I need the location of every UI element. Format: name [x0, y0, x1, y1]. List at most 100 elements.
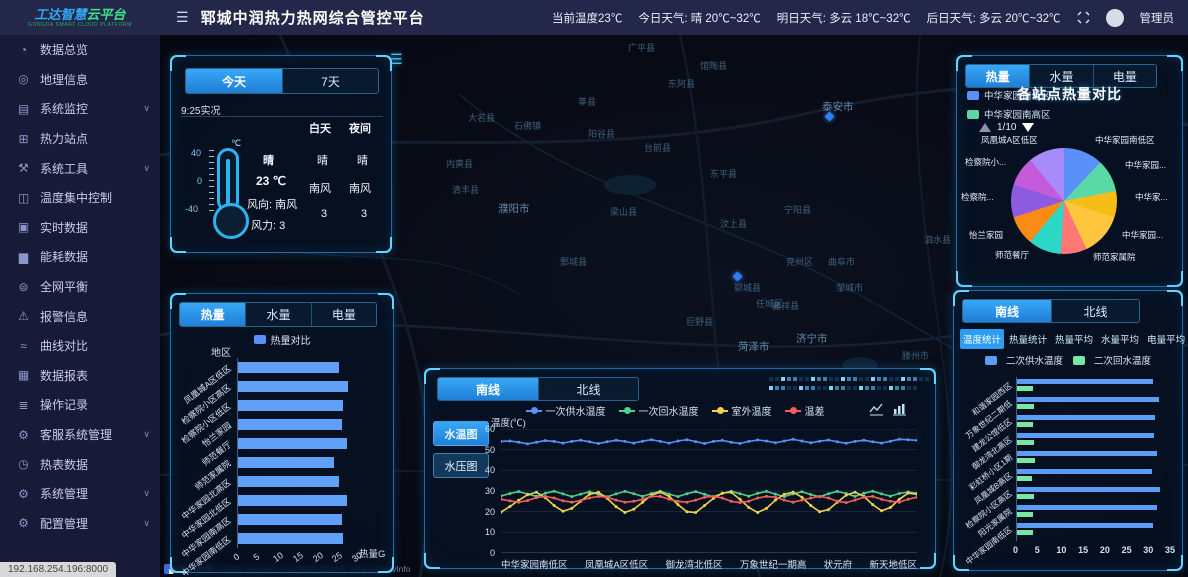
tab-power[interactable]: 电量 — [311, 303, 376, 326]
return-temp-bar[interactable] — [1017, 476, 1032, 481]
fullscreen-icon[interactable] — [1077, 11, 1090, 24]
bar[interactable] — [238, 381, 348, 392]
sidebar-item-heat-stations[interactable]: ⊞热力站点 — [0, 124, 160, 154]
menu-fold-icon[interactable]: ☰ — [176, 9, 189, 26]
datazoom-grid[interactable] — [769, 377, 929, 393]
tab-water[interactable]: 水量 — [245, 303, 310, 326]
legend-item[interactable]: 二次回水温度 — [1073, 353, 1151, 367]
return-temp-bar[interactable] — [1017, 530, 1033, 535]
y-axis-tick-label: 40 — [473, 465, 495, 475]
return-temp-bar[interactable] — [1017, 458, 1035, 463]
toolbox-bar-chart-icon[interactable] — [892, 403, 907, 416]
subtab-power-avg[interactable]: 电量平均 — [1144, 329, 1188, 349]
logo-subtitle: GONGDA SMART CLOUD PLATFORM — [28, 23, 132, 28]
subtab-heat-stats[interactable]: 热量统计 — [1006, 329, 1050, 349]
supply-temp-bar[interactable] — [1017, 415, 1155, 420]
legend-item[interactable]: 温差 — [785, 403, 825, 418]
return-temp-bar[interactable] — [1017, 422, 1033, 427]
sidebar-item-network-balance[interactable]: ⊜全网平衡 — [0, 272, 160, 302]
supply-temp-bar[interactable] — [1017, 487, 1160, 492]
tab-north-line[interactable]: 北线 — [538, 378, 638, 400]
bar-row: 中华家园南低区 — [238, 529, 355, 548]
thermometer-icon — [217, 148, 239, 212]
return-temp-bar[interactable] — [1017, 404, 1034, 409]
axis-tick-label: 15 — [291, 550, 305, 564]
legend-item[interactable]: 一次回水温度 — [619, 403, 699, 418]
bar-legend[interactable]: 热量对比 — [171, 332, 393, 347]
user-name: 管理员 — [1140, 10, 1175, 26]
return-temp-bar[interactable] — [1017, 386, 1033, 391]
supply-temp-bar[interactable] — [1017, 469, 1152, 474]
sidebar-item-label: 实时数据 — [40, 219, 88, 236]
bar[interactable] — [238, 457, 334, 468]
legend-item[interactable]: 一次供水温度 — [526, 403, 606, 418]
line-chart-plot[interactable] — [501, 429, 917, 553]
sidebar-item-system-tools[interactable]: ⚒系统工具∨ — [0, 153, 160, 183]
sidebar-item-realtime-data[interactable]: ▣实时数据 — [0, 213, 160, 243]
supply-temp-bar[interactable] — [1017, 433, 1154, 438]
x-axis-ticks: 05101520253035 — [1016, 545, 1168, 557]
tab-south-line[interactable]: 南线 — [438, 378, 538, 400]
return-temp-bar[interactable] — [1017, 440, 1034, 445]
sidebar-item-label: 数据报表 — [40, 367, 88, 384]
bar[interactable] — [238, 419, 342, 430]
sidebar-item-energy-data[interactable]: ▆能耗数据 — [0, 242, 160, 272]
sidebar-item-heat-meter-data[interactable]: ◷热表数据 — [0, 449, 160, 479]
supply-temp-bar[interactable] — [1017, 379, 1153, 384]
legend-item[interactable]: 室外温度 — [712, 403, 772, 418]
page-up-icon[interactable] — [979, 123, 991, 132]
axis-tick-label: 30 — [1143, 545, 1153, 555]
bar[interactable] — [238, 438, 347, 449]
supply-temp-bar[interactable] — [1017, 523, 1153, 528]
tab-7days[interactable]: 7天 — [282, 69, 378, 93]
tab-today[interactable]: 今天 — [186, 69, 282, 93]
bar[interactable] — [238, 514, 342, 525]
sidebar-item-operation-log[interactable]: ≣操作记录 — [0, 390, 160, 420]
sidebar-item-data-report[interactable]: ▦数据报表 — [0, 361, 160, 391]
toolbox-line-chart-icon[interactable] — [869, 403, 884, 416]
grouped-bar-row: 彩虹桥小区1期 — [1017, 449, 1168, 467]
sidebar-item-system-mgmt[interactable]: ⚙系统管理∨ — [0, 479, 160, 509]
legend-item[interactable]: 二次供水温度 — [985, 353, 1063, 367]
pie-slice-label: 中华家... — [1135, 191, 1168, 203]
chevron-down-icon: ∨ — [143, 429, 150, 440]
sidebar-item-system-monitor[interactable]: ▤系统监控∨ — [0, 94, 160, 124]
return-temp-bar[interactable] — [1017, 494, 1034, 499]
gear-icon: ⚙ — [16, 428, 31, 442]
sidebar-item-curve-compare[interactable]: ≈曲线对比 — [0, 331, 160, 361]
sidebar-item-temp-central-control[interactable]: ◫温度集中控制 — [0, 183, 160, 213]
bar[interactable] — [238, 362, 339, 373]
tab-north-line[interactable]: 北线 — [1051, 300, 1139, 322]
supply-temp-bar[interactable] — [1017, 397, 1159, 402]
bar[interactable] — [238, 533, 343, 544]
return-temp-bar[interactable] — [1017, 512, 1033, 517]
avatar[interactable] — [1106, 9, 1124, 27]
supply-temp-bar[interactable] — [1017, 505, 1157, 510]
pie-legend-item[interactable]: 中华家园南高区 — [967, 107, 1051, 121]
bar[interactable] — [238, 400, 343, 411]
sidebar-item-alarm-info[interactable]: ⚠报警信息 — [0, 301, 160, 331]
night-wind: 南风 — [349, 180, 371, 196]
sidebar-item-label: 温度集中控制 — [40, 189, 112, 206]
compass-icon: ◎ — [16, 72, 31, 86]
sidebar-item-service-system-mgmt[interactable]: ⚙客服系统管理∨ — [0, 420, 160, 450]
sidebar-item-label: 数据总览 — [40, 41, 88, 58]
page-down-icon[interactable] — [1022, 123, 1034, 132]
subtab-temp-stats[interactable]: 温度统计 — [960, 329, 1004, 349]
sidebar-item-data-overview[interactable]: ◔数据总览 — [0, 35, 160, 65]
supply-temp-bar[interactable] — [1017, 451, 1157, 456]
subtab-heat-avg[interactable]: 热量平均 — [1052, 329, 1096, 349]
y-axis-tick-label: 50 — [473, 445, 495, 455]
sidebar-item-config-mgmt[interactable]: ⚙配置管理∨ — [0, 509, 160, 539]
bar[interactable] — [238, 495, 347, 506]
bar[interactable] — [238, 476, 339, 487]
map-marker-icon[interactable] — [733, 272, 743, 282]
pie-chart[interactable] — [1011, 148, 1117, 254]
tab-south-line[interactable]: 南线 — [963, 300, 1051, 322]
tab-heat[interactable]: 热量 — [180, 303, 245, 326]
subtab-water-avg[interactable]: 水量平均 — [1098, 329, 1142, 349]
thermo-unit: ℃ — [231, 138, 241, 149]
axis-tick-label: 5 — [251, 551, 261, 562]
now-condition: 晴 — [263, 152, 274, 168]
sidebar-item-geo-info[interactable]: ◎地理信息 — [0, 65, 160, 95]
